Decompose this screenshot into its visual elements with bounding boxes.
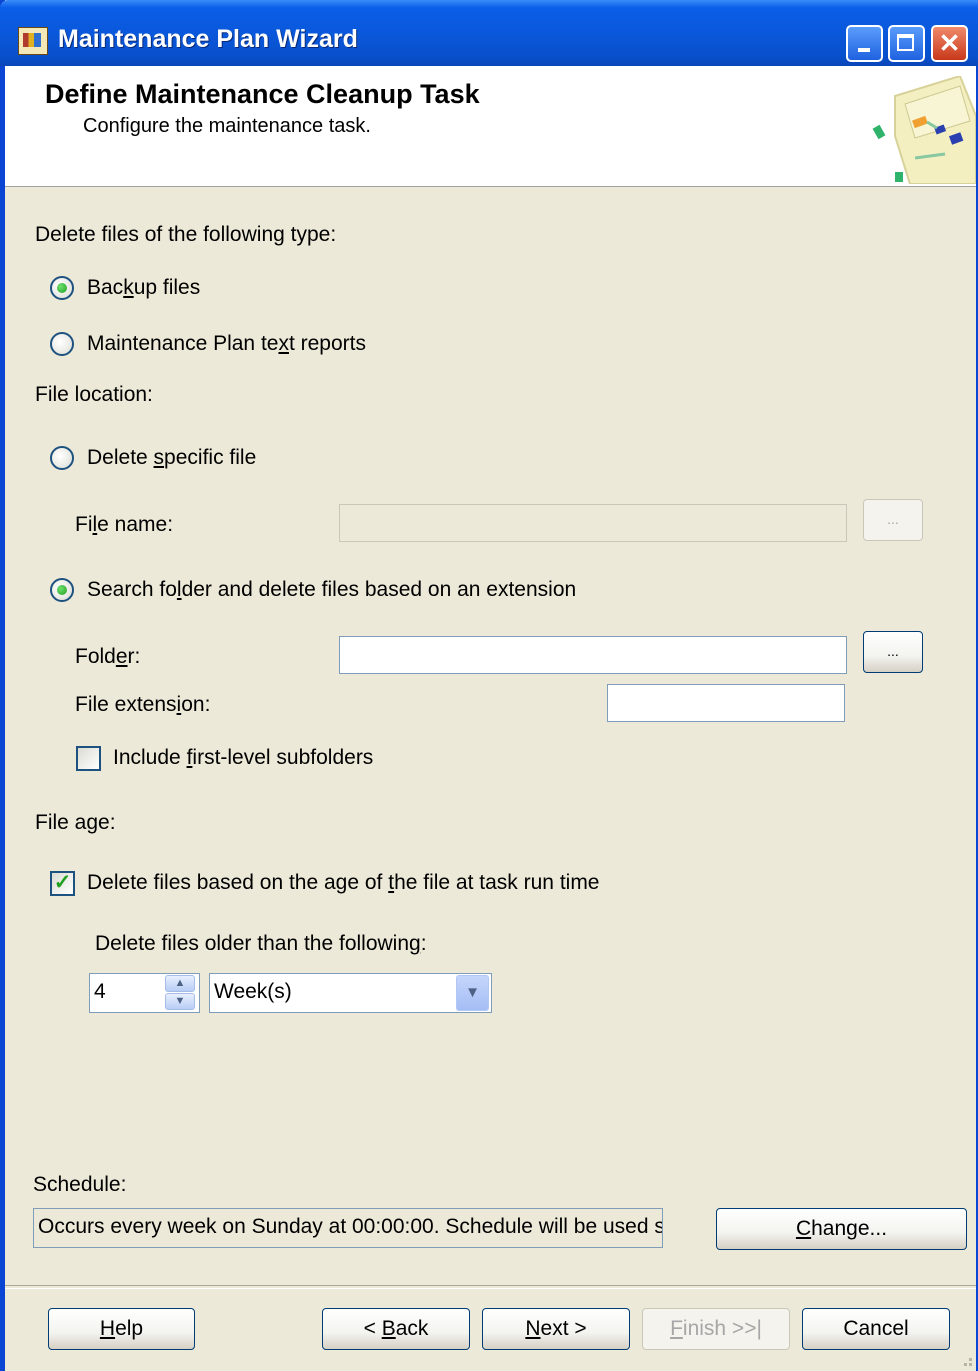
- title-bar[interactable]: Maintenance Plan Wizard ✕: [0, 0, 978, 66]
- file-name-input[interactable]: [339, 504, 847, 542]
- file-extension-input[interactable]: [607, 684, 845, 722]
- file-extension-label: File extension:: [75, 693, 211, 716]
- search-folder-radio[interactable]: [50, 578, 74, 602]
- delete-specific-file-label[interactable]: Delete specific file: [87, 446, 256, 470]
- older-than-label: Delete files older than the following:: [95, 932, 427, 955]
- maximize-icon: [897, 34, 914, 51]
- finish-button[interactable]: Finish >>|: [642, 1308, 790, 1350]
- age-amount-spin-buttons[interactable]: ▲ ▼: [165, 975, 197, 1011]
- folder-label: Folder:: [75, 645, 141, 668]
- next-button[interactable]: Next >: [482, 1308, 630, 1350]
- spin-down-icon[interactable]: ▼: [165, 993, 195, 1010]
- text-reports-radio[interactable]: [50, 332, 74, 356]
- maintenance-plan-wizard-window: Maintenance Plan Wizard ✕ Define Mainten…: [0, 0, 978, 1371]
- file-location-heading: File location:: [35, 383, 153, 406]
- backup-files-label[interactable]: Backup files: [87, 276, 200, 300]
- spin-up-icon[interactable]: ▲: [165, 975, 195, 992]
- change-schedule-button[interactable]: Change...: [716, 1208, 967, 1250]
- search-folder-label[interactable]: Search folder and delete files based on …: [87, 578, 576, 602]
- checkmark-icon: ✓: [53, 871, 72, 894]
- maximize-button[interactable]: [888, 25, 925, 62]
- include-subfolders-checkbox[interactable]: [76, 746, 101, 771]
- delete-by-age-label[interactable]: Delete files based on the age of the fil…: [87, 871, 600, 895]
- wizard-app-icon: [18, 27, 48, 55]
- file-name-label: File name:: [75, 513, 174, 536]
- file-type-heading: Delete files of the following type:: [35, 223, 337, 246]
- folder-browse-button[interactable]: ...: [863, 631, 923, 673]
- minimize-button[interactable]: [846, 25, 883, 62]
- chevron-down-icon[interactable]: ▼: [456, 975, 489, 1011]
- text-reports-label[interactable]: Maintenance Plan text reports: [87, 332, 366, 356]
- file-name-browse-button[interactable]: ...: [863, 499, 923, 541]
- close-icon: ✕: [938, 28, 961, 58]
- page-subtitle: Configure the maintenance task.: [83, 115, 371, 137]
- help-button[interactable]: Help: [48, 1308, 195, 1350]
- window-title: Maintenance Plan Wizard: [58, 25, 358, 53]
- folder-input[interactable]: [339, 636, 847, 674]
- file-age-heading: File age:: [35, 811, 116, 834]
- maintenance-plan-illustration-icon: [872, 76, 976, 184]
- page-title: Define Maintenance Cleanup Task: [45, 79, 480, 109]
- footer-divider: [5, 1285, 976, 1289]
- close-button[interactable]: ✕: [931, 25, 968, 62]
- delete-by-age-checkbox[interactable]: ✓: [50, 871, 75, 896]
- include-subfolders-label[interactable]: Include first-level subfolders: [113, 746, 373, 770]
- back-button[interactable]: < Back: [322, 1308, 470, 1350]
- schedule-heading: Schedule:: [33, 1173, 127, 1196]
- minimize-icon: [858, 48, 870, 52]
- resize-grip-icon[interactable]: [956, 1350, 974, 1368]
- schedule-description: Occurs every week on Sunday at 00:00:00.…: [33, 1208, 663, 1248]
- age-unit-dropdown[interactable]: Week(s): [209, 973, 492, 1013]
- wizard-header: Define Maintenance Cleanup Task Configur…: [5, 66, 976, 187]
- delete-specific-file-radio[interactable]: [50, 446, 74, 470]
- cancel-button[interactable]: Cancel: [802, 1308, 950, 1350]
- backup-files-radio[interactable]: [50, 276, 74, 300]
